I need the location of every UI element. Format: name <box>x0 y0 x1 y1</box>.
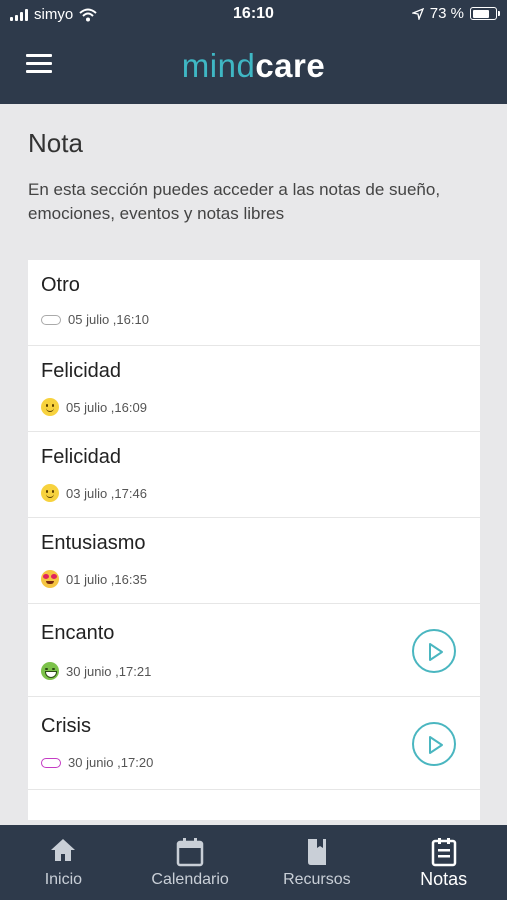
note-item[interactable]: Felicidad 05 julio ,16:09 <box>28 346 480 432</box>
note-date: 03 julio ,17:46 <box>66 485 147 501</box>
smiley-face-icon <box>41 484 59 502</box>
app-bar: mindcare <box>0 30 507 104</box>
note-item[interactable]: Entusiasmo 01 julio ,16:35 <box>28 518 480 604</box>
note-item[interactable]: Otro 05 julio ,16:10 <box>28 260 480 346</box>
location-arrow-icon <box>411 7 424 20</box>
notes-list: Otro 05 julio ,16:10 Felicidad 05 julio … <box>28 260 480 820</box>
play-icon <box>429 736 443 754</box>
app-logo: mindcare <box>181 47 326 84</box>
note-date: 05 julio ,16:10 <box>68 312 149 327</box>
smiley-face-icon <box>41 398 59 416</box>
note-item[interactable]: Encanto 30 junio ,17:21 <box>28 604 480 697</box>
play-icon <box>429 643 443 661</box>
bottom-tab-bar: Inicio Calendario Recursos Notas <box>0 825 507 900</box>
notes-icon <box>431 838 456 867</box>
tab-inicio[interactable]: Inicio <box>0 825 127 900</box>
tab-recursos[interactable]: Recursos <box>254 825 381 900</box>
note-title: Otro <box>41 274 80 296</box>
tab-notas[interactable]: Notas <box>380 825 507 900</box>
note-title: Encanto <box>41 622 115 644</box>
note-date: 30 junio ,17:21 <box>66 663 152 679</box>
tab-label: Calendario <box>151 871 229 888</box>
play-audio-button[interactable] <box>412 629 456 673</box>
magenta-pill-icon <box>41 757 61 768</box>
note-date: 05 julio ,16:09 <box>66 399 147 415</box>
book-icon <box>307 839 326 865</box>
note-date: 01 julio ,16:35 <box>66 571 147 587</box>
note-title: Felicidad <box>41 446 122 468</box>
tab-calendario[interactable]: Calendario <box>127 825 254 900</box>
note-title: Crisis <box>41 715 91 737</box>
main-content: Nota En esta sección puedes acceder a la… <box>0 104 507 825</box>
page-description: En esta sección puedes acceder a las not… <box>28 180 441 223</box>
grinning-face-icon <box>41 662 59 680</box>
note-title: Felicidad <box>41 360 122 382</box>
tab-label: Recursos <box>283 871 351 888</box>
heart-eyes-face-icon <box>41 570 59 588</box>
app-header: simyo 16:10 73 % mindcare <box>0 0 507 104</box>
note-title: Entusiasmo <box>41 532 146 554</box>
page-title: Nota <box>28 128 83 158</box>
note-item-partial[interactable] <box>28 790 480 820</box>
tab-label: Inicio <box>44 871 83 888</box>
note-date: 30 junio ,17:20 <box>68 755 154 770</box>
battery-percent: 73 % <box>429 5 464 22</box>
grey-pill-icon <box>41 314 61 325</box>
note-item[interactable]: Felicidad 03 julio ,17:46 <box>28 432 480 518</box>
play-audio-button[interactable] <box>412 722 456 766</box>
note-item[interactable]: Crisis 30 junio ,17:20 <box>28 697 480 790</box>
calendar-icon <box>176 838 204 867</box>
home-icon <box>51 839 76 861</box>
status-bar: simyo 16:10 73 % <box>0 0 507 30</box>
tab-label: Notas <box>420 869 468 889</box>
battery-icon <box>470 7 500 20</box>
